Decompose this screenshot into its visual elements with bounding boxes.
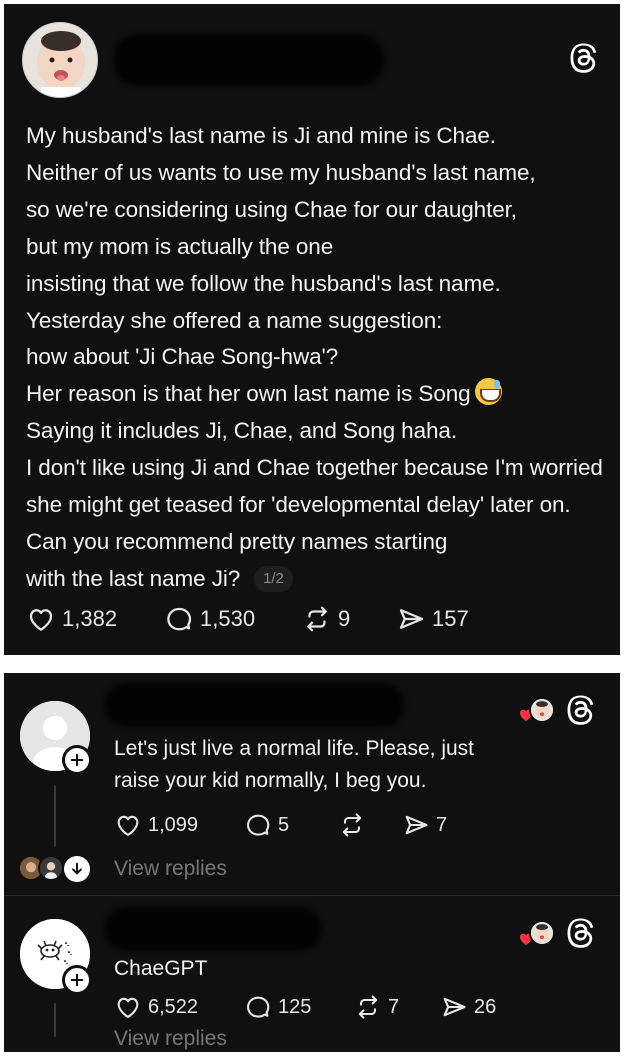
heart-icon bbox=[117, 815, 139, 836]
send-icon bbox=[443, 997, 466, 1017]
like-count: 6,522 bbox=[148, 995, 199, 1018]
follow-plus-button[interactable] bbox=[62, 965, 92, 995]
reply-line: ChaeGPT bbox=[114, 957, 208, 980]
reply-line: raise your kid normally, I beg you. bbox=[114, 769, 427, 792]
repost-count: 7 bbox=[388, 995, 400, 1018]
share-count: 26 bbox=[474, 995, 497, 1018]
post-body: My husband's last name is Ji and mine is… bbox=[26, 118, 606, 598]
post-line: I don't like using Ji and Chae together … bbox=[26, 455, 603, 481]
comment-button[interactable]: 125 bbox=[244, 993, 311, 1021]
send-icon bbox=[405, 815, 428, 835]
post-line: insisting that we follow the husband's l… bbox=[26, 270, 501, 296]
comment-button[interactable]: 1,530 bbox=[164, 604, 255, 634]
like-count: 1,099 bbox=[148, 813, 199, 836]
send-icon bbox=[399, 609, 424, 629]
reply-stats: 6,522 125 7 26 bbox=[114, 993, 594, 1023]
post-line: My husband's last name is Ji and mine is… bbox=[26, 123, 496, 148]
op-mini-avatar bbox=[529, 697, 555, 723]
repost-icon bbox=[342, 813, 362, 837]
comment-bubble-icon bbox=[247, 996, 270, 1018]
share-button[interactable]: 26 bbox=[440, 993, 496, 1021]
post-line: Her reason is that her own last name is … bbox=[26, 376, 606, 413]
sweat-smile-emoji bbox=[474, 378, 502, 406]
share-count: 7 bbox=[436, 813, 448, 836]
view-replies-link[interactable]: View replies bbox=[114, 857, 227, 881]
threads-icon[interactable] bbox=[567, 41, 603, 77]
view-replies-link[interactable]: View replies bbox=[114, 1027, 227, 1051]
repost-icon bbox=[358, 995, 378, 1019]
repost-icon bbox=[307, 606, 327, 632]
threads-icon[interactable] bbox=[564, 693, 600, 729]
post-line: Can you recommend pretty names starting bbox=[26, 528, 448, 554]
like-button[interactable]: 1,382 bbox=[26, 604, 117, 634]
arrow-down-icon bbox=[72, 862, 82, 875]
reply-author-name-redacted bbox=[104, 683, 404, 727]
heart-icon bbox=[29, 609, 53, 631]
post-line: Saying it includes Ji, Chae, and Song ha… bbox=[26, 418, 457, 444]
repost-button[interactable]: 9 bbox=[302, 604, 350, 634]
threads-icon[interactable] bbox=[564, 916, 600, 952]
share-count: 157 bbox=[432, 606, 469, 631]
share-button[interactable]: 157 bbox=[396, 604, 469, 634]
post-line: Neither of us wants to use my husband's … bbox=[26, 159, 536, 185]
post-line: so we're considering using Chae for our … bbox=[26, 196, 517, 222]
reply-divider bbox=[4, 895, 620, 896]
reply-body: Let's just live a normal life. Please, j… bbox=[114, 733, 474, 797]
heart-icon bbox=[117, 997, 139, 1018]
post-line-text: with the last name Ji? bbox=[26, 565, 241, 591]
share-button[interactable]: 7 bbox=[402, 811, 447, 839]
repost-button[interactable] bbox=[338, 811, 372, 839]
replies-card: Let's just live a normal life. Please, j… bbox=[4, 673, 620, 1052]
op-mini-avatar bbox=[529, 920, 555, 946]
post-line-text: Her reason is that her own last name is … bbox=[26, 381, 471, 407]
plus-icon bbox=[70, 753, 84, 767]
like-button[interactable]: 6,522 bbox=[114, 993, 198, 1021]
comment-bubble-icon bbox=[247, 814, 270, 836]
post-stats: 1,382 1,530 9 157 bbox=[26, 604, 606, 636]
post-line: Yesterday she offered a name suggestion: bbox=[26, 307, 443, 333]
plus-icon bbox=[70, 973, 84, 987]
comment-count: 125 bbox=[278, 995, 312, 1018]
post-line: but my mom is actually the one bbox=[26, 233, 334, 259]
like-button[interactable]: 1,099 bbox=[114, 811, 198, 839]
post-line: with the last name Ji? 1/2 bbox=[26, 561, 606, 598]
comment-count: 1,530 bbox=[200, 606, 256, 631]
follow-plus-button[interactable] bbox=[62, 745, 92, 775]
reply-line: Let's just live a normal life. Please, j… bbox=[114, 737, 475, 760]
replier-mini-avatar bbox=[38, 855, 64, 881]
post-line: how about 'Ji Chae Song-hwa'? bbox=[26, 344, 339, 370]
reply-author-name-redacted bbox=[104, 907, 322, 951]
page-indicator[interactable]: 1/2 bbox=[254, 565, 293, 592]
thread-connector-line bbox=[54, 1003, 56, 1037]
author-avatar[interactable] bbox=[22, 22, 98, 98]
author-name-redacted bbox=[114, 34, 384, 86]
expand-replies-button[interactable] bbox=[64, 856, 90, 882]
main-post-card: My husband's last name is Ji and mine is… bbox=[4, 4, 620, 655]
reply-body: ChaeGPT bbox=[114, 953, 207, 985]
comment-count: 5 bbox=[278, 813, 290, 836]
repost-button[interactable]: 7 bbox=[354, 993, 399, 1021]
comment-bubble-icon bbox=[167, 607, 192, 631]
thread-connector-line bbox=[54, 785, 56, 847]
reply-stats: 1,099 5 7 bbox=[114, 811, 594, 841]
comment-button[interactable]: 5 bbox=[244, 811, 289, 839]
like-count: 1,382 bbox=[62, 606, 118, 631]
repost-count: 9 bbox=[338, 606, 351, 631]
post-line: she might get teased for 'developmental … bbox=[26, 492, 571, 518]
